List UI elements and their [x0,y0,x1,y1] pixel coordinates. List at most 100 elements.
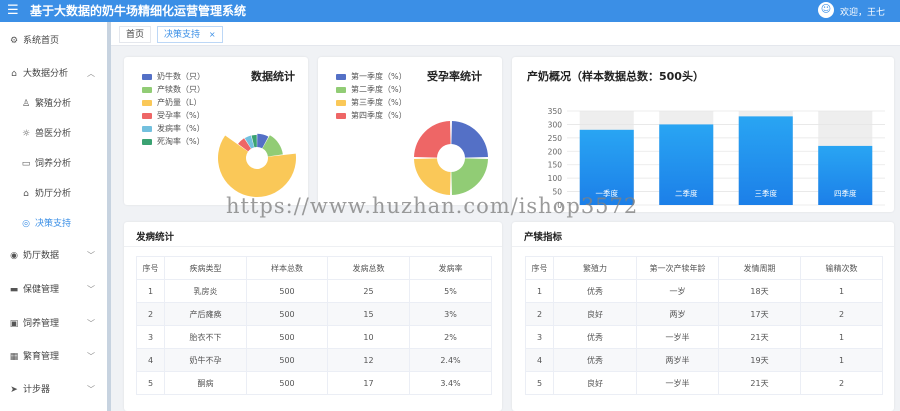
table-cell: 1 [800,279,883,303]
donut-slice-4[interactable] [414,121,451,158]
send-icon: ➤ [10,385,18,395]
folder-icon: ▣ [9,319,19,329]
table-cell: 2.4% [409,348,492,372]
sidebar-item-breeding-analysis[interactable]: ♙ 繁殖分析 [0,94,107,114]
table-header-row: 序号 繁殖力 第一次产犊年龄 发情周期 输精次数 [525,256,883,280]
table-cell: 一岁 [636,279,719,303]
table-row: 3 优秀 一岁半 21天 1 [525,325,883,349]
table-cell: 19天 [718,348,801,372]
table-cell: 两岁半 [636,348,719,372]
table-cell: 18天 [718,279,801,303]
legend-swatch [142,112,152,119]
table-cell: 一岁半 [636,371,719,395]
sidebar-item-parlor-data[interactable]: ◉ 奶厅数据 ﹀ [0,246,107,266]
sidebar-item-feeding[interactable]: ▣ 饲养管理 ﹀ [0,314,107,334]
sidebar-item-decision-support[interactable]: ◎ 决策支持 [0,214,107,234]
table-cell: 2% [409,325,492,349]
table-cell: 1 [525,279,554,303]
table-cell: 2 [800,371,883,395]
column-header: 输精次数 [800,256,883,280]
pregnancy-donut-chart[interactable] [410,117,492,199]
table-row: 5 酮病 500 17 3.4% [136,371,492,395]
tab-home[interactable]: 首页 [119,26,152,43]
welcome-text[interactable]: 欢迎，王七 [840,5,885,18]
sidebar-item-home[interactable]: ⚙ 系统首页 [0,31,107,51]
chevron-down-icon: ﹀ [87,319,95,328]
table-cell: 3 [525,325,554,349]
tab-bar: 首页 决策支持 × [111,22,900,46]
table-row: 5 良好 一岁半 21天 2 [525,371,883,395]
stats-donut-chart[interactable] [212,115,302,201]
top-bar: ☰ 基于大数据的奶牛场精细化运营管理系统 ☺ 欢迎，王七 [0,0,900,22]
grid-icon: ▦ [9,352,19,362]
chevron-down-icon: ﹀ [87,285,95,294]
close-icon[interactable]: × [209,30,216,39]
table-cell: 良好 [553,302,637,326]
sidebar-item-parlor-analysis[interactable]: ⌂ 奶厅分析 [0,184,107,204]
legend-item[interactable]: 产奶量（L） [142,96,262,109]
legend-label: 第三季度（%） [351,98,407,107]
table-cell: 2 [525,302,554,326]
table-cell: 3 [136,325,165,349]
donut-slice-3[interactable] [414,158,451,195]
legend-label: 受孕率（%） [157,111,205,120]
chevron-up-icon: ︿ [87,69,95,78]
milk-bar-chart[interactable]: 050100150200250300350一季度 二季度 三季度 四季度 [512,57,894,212]
divider [512,246,894,247]
sidebar-item-breeding[interactable]: ▦ 繁育管理 ﹀ [0,347,107,367]
table-cell: 12 [327,348,410,372]
app-title: 基于大数据的奶牛场精细化运营管理系统 [30,4,247,18]
legend-item[interactable]: 第一季度（%） [336,70,456,83]
table-cell: 乳房炎 [164,279,247,303]
tab-label: 决策支持 [164,30,201,40]
table-cell: 500 [246,302,328,326]
column-header: 疾病类型 [164,256,247,280]
y-tick-label: 250 [548,134,563,143]
x-tick-label: 三季度 [755,188,778,198]
table-row: 1 乳房炎 500 25 5% [136,279,492,303]
donut-slice-1[interactable] [451,121,488,158]
legend-item[interactable]: 产犊数（只） [142,83,262,96]
sidebar-item-health[interactable]: ▬ 保健管理 ﹀ [0,280,107,300]
legend-item[interactable]: 第二季度（%） [336,83,456,96]
table-row: 4 优秀 两岁半 19天 1 [525,348,883,372]
sidebar-item-feeding-analysis[interactable]: ▭ 饲养分析 [0,154,107,174]
coin-icon: ◉ [10,251,18,261]
tab-decision-support[interactable]: 决策支持 × [157,26,223,43]
donut-slice-2[interactable] [451,158,488,195]
table-cell: 优秀 [553,279,637,303]
sidebar-item-bigdata[interactable]: ⌂ 大数据分析 ︿ [0,64,107,84]
chevron-down-icon: ﹀ [87,352,95,361]
chevron-down-icon: ﹀ [87,251,95,260]
avatar[interactable]: ☺ [818,2,834,18]
table-cell: 3.4% [409,371,492,395]
legend-swatch [142,138,152,145]
legend-item[interactable]: 奶牛数（只） [142,70,262,83]
table-row: 4 奶牛不孕 500 12 2.4% [136,348,492,372]
calving-table: 序号 繁殖力 第一次产犊年龄 发情周期 输精次数 1 优秀 一岁 18天 1 2 良好 两岁… [525,256,883,395]
table-cell: 一岁半 [636,325,719,349]
table-cell: 1 [800,348,883,372]
legend-item[interactable]: 第三季度（%） [336,96,456,109]
donut-slice-3[interactable] [217,135,296,198]
table-cell: 酮病 [164,371,247,395]
sidebar-item-pedometer[interactable]: ➤ 计步器 ﹀ [0,380,107,400]
sun-icon: ☼ [21,129,31,139]
home-icon: ⌂ [11,69,17,79]
calving-card: 产犊指标 序号 繁殖力 第一次产犊年龄 发情周期 输精次数 1 优秀 一岁 18天 1 … [512,222,894,411]
disease-card: 发病统计 序号 疾病类型 样本总数 发病总数 发病率 1 乳房炎 500 25 5% 2… [124,222,502,411]
table-cell: 500 [246,279,328,303]
legend-swatch [142,99,152,106]
chevron-down-icon: ﹀ [87,385,95,394]
watermark: https://www.huzhan.com/ishop3572 [226,194,639,218]
location-icon: ◎ [22,219,30,229]
column-header: 第一次产犊年龄 [636,256,719,280]
menu-icon[interactable]: ☰ [7,3,19,19]
table-cell: 500 [246,348,328,372]
legend-swatch [142,86,152,93]
table-cell: 优秀 [553,348,637,372]
sidebar-item-vet-analysis[interactable]: ☼ 兽医分析 [0,124,107,144]
pregnancy-card: 受孕率统计 第一季度（%） 第二季度（%） 第三季度（%） 第四季度（%） [318,57,502,205]
legend-swatch [336,73,346,80]
sidebar-scrollbar[interactable] [107,22,111,411]
